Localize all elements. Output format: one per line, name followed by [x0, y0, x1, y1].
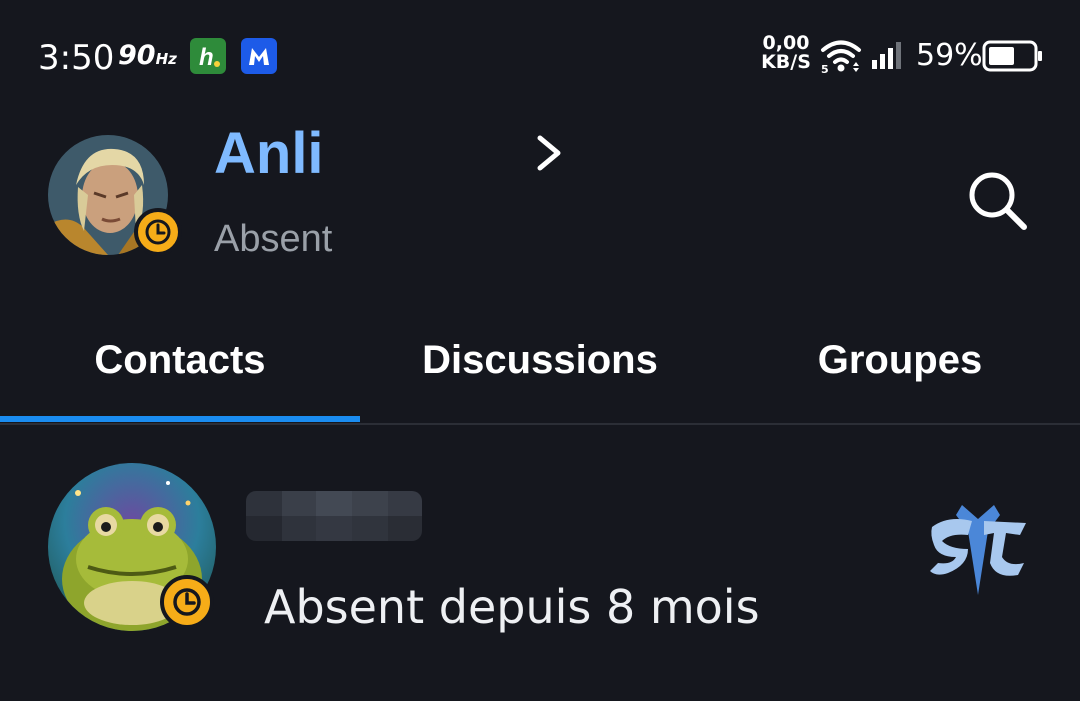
status-bar: 3:50 90Hz h 0,00 KB/S 5 59% — [0, 0, 1080, 110]
tab-contacts[interactable]: Contacts — [0, 300, 360, 420]
list-item[interactable]: Absent depuis 8 mois — [0, 425, 1080, 701]
signal-icon — [871, 40, 905, 74]
battlenet-friends-screen: 3:50 90Hz h 0,00 KB/S 5 59% Anli Absent … — [0, 0, 1080, 701]
chevron-right-icon[interactable] — [530, 132, 570, 174]
user-name[interactable]: Anli — [214, 120, 324, 187]
refresh-rate-indicator: 90Hz — [118, 40, 177, 71]
svg-text:h: h — [199, 44, 214, 71]
active-tab-indicator — [0, 416, 360, 422]
contact-name-redacted — [246, 491, 422, 541]
malwarebytes-icon — [241, 38, 277, 74]
battery-percent: 59% — [916, 38, 983, 73]
profile-header: Anli Absent — [0, 110, 1080, 300]
contact-status: Absent depuis 8 mois — [264, 580, 760, 634]
refresh-rate-unit: Hz — [155, 50, 177, 68]
tab-bar: Contacts Discussions Groupes — [0, 300, 1080, 424]
starcraft-icon — [928, 505, 1028, 595]
h-app-icon: h — [190, 38, 226, 74]
network-speed: 0,00 KB/S — [760, 34, 812, 72]
network-speed-unit: KB/S — [761, 51, 811, 73]
wifi-band-label: 5 — [821, 63, 829, 74]
status-time: 3:50 — [38, 38, 115, 78]
tab-discussions[interactable]: Discussions — [360, 300, 720, 420]
battery-icon — [982, 40, 1044, 76]
wifi-icon: 5 — [820, 38, 862, 78]
search-icon[interactable] — [962, 165, 1032, 235]
tab-groupes[interactable]: Groupes — [720, 300, 1080, 420]
away-status-icon — [160, 575, 214, 629]
refresh-rate-value: 90 — [118, 40, 156, 71]
away-status-icon — [134, 208, 182, 256]
user-status[interactable]: Absent — [214, 218, 332, 261]
